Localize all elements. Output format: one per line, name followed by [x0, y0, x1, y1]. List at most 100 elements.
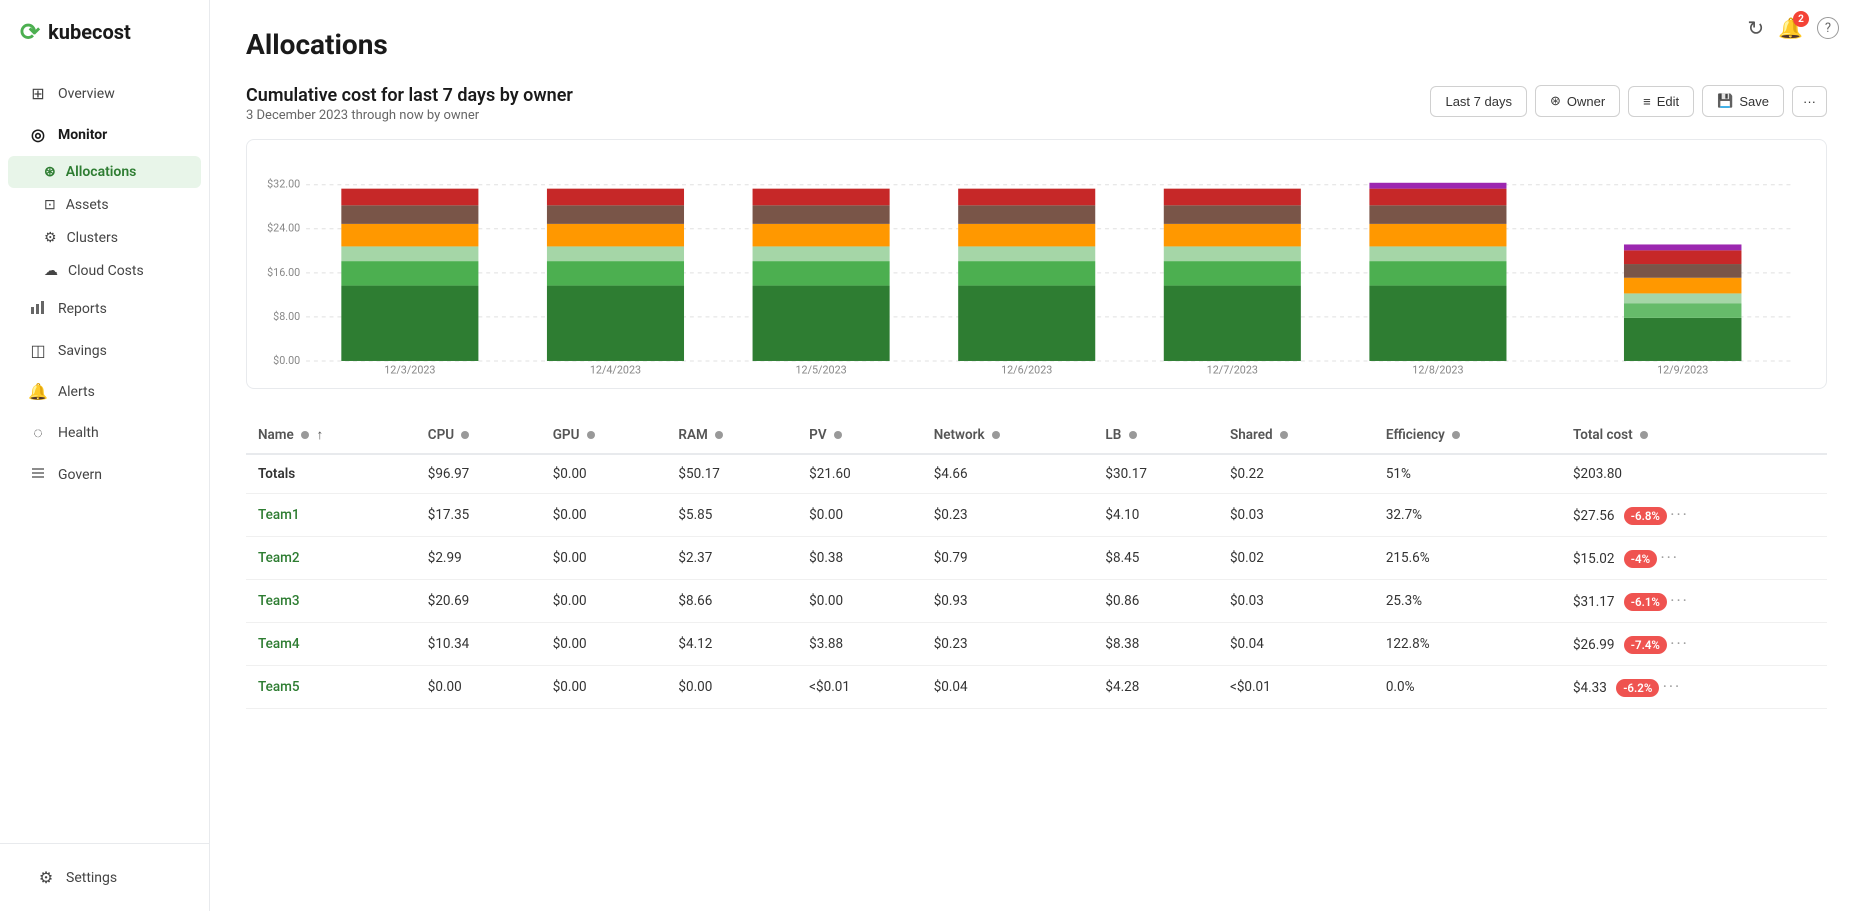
sort-asc-icon[interactable]: ↑ — [317, 427, 324, 443]
bar-chart: $0.00 $8.00 $16.00 $24.00 $32.00 — [263, 156, 1810, 376]
sidebar-item-label: Govern — [58, 467, 102, 483]
app-name: kubecost — [48, 20, 131, 44]
col-ram[interactable]: RAM — [666, 417, 797, 454]
col-name[interactable]: Name ↑ — [246, 417, 416, 454]
totals-lb: $30.17 — [1093, 454, 1218, 494]
svg-text:12/6/2023: 12/6/2023 — [1001, 364, 1052, 376]
col-cpu[interactable]: CPU — [416, 417, 541, 454]
team3-name-cell[interactable]: Team3 — [246, 580, 416, 623]
team5-name-cell[interactable]: Team5 — [246, 666, 416, 709]
owner-icon: ⊛ — [1550, 93, 1561, 109]
notifications-icon[interactable]: 🔔 2 — [1778, 16, 1803, 40]
team1-badge: -6.8% — [1624, 507, 1667, 525]
edit-button[interactable]: ≡ Edit — [1628, 86, 1694, 117]
sidebar-item-settings[interactable]: ⚙ Settings — [16, 858, 193, 897]
team4-name-cell[interactable]: Team4 — [246, 623, 416, 666]
team1-more-button[interactable]: ··· — [1670, 505, 1689, 524]
sidebar-item-reports[interactable]: Reports — [8, 289, 201, 329]
refresh-icon[interactable]: ↻ — [1747, 16, 1764, 40]
team5-more-button[interactable]: ··· — [1663, 677, 1682, 696]
edit-label: Edit — [1657, 94, 1679, 109]
team3-lb: $0.86 — [1093, 580, 1218, 623]
table-row: Team2 $2.99 $0.00 $2.37 $0.38 $0.79 $8.4… — [246, 537, 1827, 580]
team4-pv: $3.88 — [797, 623, 922, 666]
team3-shared: $0.03 — [1218, 580, 1374, 623]
chart-title: Cumulative cost for last 7 days by owner — [246, 85, 573, 106]
logo-icon: ⟳ — [20, 18, 40, 46]
main-content: ↻ 🔔 2 ? Allocations Cumulative cost for … — [210, 0, 1863, 911]
team2-more-button[interactable]: ··· — [1660, 548, 1679, 567]
team2-name-cell[interactable]: Team2 — [246, 537, 416, 580]
team1-shared: $0.03 — [1218, 494, 1374, 537]
team4-efficiency: 122.8% — [1374, 623, 1561, 666]
save-icon: 💾 — [1717, 93, 1733, 109]
team4-total-cost: $26.99 -7.4% ··· — [1561, 623, 1827, 666]
col-total-cost[interactable]: Total cost — [1561, 417, 1827, 454]
table-header: Name ↑ CPU GPU RAM PV Network LB Shared … — [246, 417, 1827, 454]
sidebar-item-cloud-costs[interactable]: ☁ Cloud Costs — [8, 255, 201, 287]
sidebar-item-savings[interactable]: ◫ Savings — [8, 331, 201, 370]
sidebar-item-govern[interactable]: Govern — [8, 455, 201, 495]
totals-shared: $0.22 — [1218, 454, 1374, 494]
save-button[interactable]: 💾 Save — [1702, 85, 1784, 117]
team3-efficiency: 25.3% — [1374, 580, 1561, 623]
team2-gpu: $0.00 — [541, 537, 667, 580]
name-info-icon — [301, 431, 309, 439]
chart-title-group: Cumulative cost for last 7 days by owner… — [246, 85, 573, 123]
sidebar-item-label: Alerts — [58, 384, 95, 400]
date-range-button[interactable]: Last 7 days — [1430, 86, 1527, 117]
sidebar-item-assets[interactable]: ⊡ Assets — [8, 189, 201, 221]
team4-gpu: $0.00 — [541, 623, 667, 666]
sidebar-item-label: Cloud Costs — [68, 263, 144, 279]
sidebar-item-health[interactable]: ◌ Health — [8, 413, 201, 453]
team5-badge: -6.2% — [1616, 679, 1659, 697]
totals-efficiency: 51% — [1374, 454, 1561, 494]
logo: ⟳ kubecost — [0, 0, 209, 64]
team4-more-button[interactable]: ··· — [1670, 634, 1689, 653]
help-icon[interactable]: ? — [1817, 17, 1839, 39]
totals-cpu: $96.97 — [416, 454, 541, 494]
svg-text:12/8/2023: 12/8/2023 — [1412, 364, 1463, 376]
sidebar-item-alerts[interactable]: 🔔 Alerts — [8, 372, 201, 411]
team3-badge: -6.1% — [1624, 593, 1667, 611]
sidebar-item-overview[interactable]: ⊞ Overview — [8, 74, 201, 113]
svg-text:$24.00: $24.00 — [267, 222, 300, 235]
table-body: Totals $96.97 $0.00 $50.17 $21.60 $4.66 … — [246, 454, 1827, 709]
team1-name-cell[interactable]: Team1 — [246, 494, 416, 537]
sidebar-bottom: ⚙ Settings — [0, 843, 209, 911]
col-efficiency[interactable]: Efficiency — [1374, 417, 1561, 454]
col-network[interactable]: Network — [922, 417, 1094, 454]
totals-row: Totals $96.97 $0.00 $50.17 $21.60 $4.66 … — [246, 454, 1827, 494]
govern-icon — [28, 465, 48, 485]
save-label: Save — [1739, 94, 1769, 109]
team2-shared: $0.02 — [1218, 537, 1374, 580]
ram-info-icon — [715, 431, 723, 439]
svg-text:$32.00: $32.00 — [267, 178, 300, 191]
col-pv[interactable]: PV — [797, 417, 922, 454]
svg-text:12/9/2023: 12/9/2023 — [1657, 364, 1708, 376]
chart-header: Cumulative cost for last 7 days by owner… — [246, 85, 1827, 123]
chart-controls: Last 7 days ⊛ Owner ≡ Edit 💾 Save ··· — [1430, 85, 1827, 117]
svg-text:12/7/2023: 12/7/2023 — [1207, 364, 1258, 376]
monitor-icon: ◎ — [28, 125, 48, 144]
reports-icon — [28, 299, 48, 319]
sidebar-item-monitor[interactable]: ◎ Monitor — [8, 115, 201, 154]
team3-gpu: $0.00 — [541, 580, 667, 623]
team3-more-button[interactable]: ··· — [1670, 591, 1689, 610]
sidebar-item-allocations[interactable]: ⊛ Allocations — [8, 156, 201, 188]
team5-total-cost: $4.33 -6.2% ··· — [1561, 666, 1827, 709]
owner-button[interactable]: ⊛ Owner — [1535, 85, 1620, 117]
page-title: Allocations — [246, 28, 1827, 61]
team3-ram: $8.66 — [666, 580, 797, 623]
totals-ram: $50.17 — [666, 454, 797, 494]
col-gpu[interactable]: GPU — [541, 417, 667, 454]
sidebar-item-clusters[interactable]: ⚙ Clusters — [8, 222, 201, 254]
team2-badge: -4% — [1624, 550, 1657, 568]
col-lb[interactable]: LB — [1093, 417, 1218, 454]
team2-cpu: $2.99 — [416, 537, 541, 580]
team4-shared: $0.04 — [1218, 623, 1374, 666]
totals-network: $4.66 — [922, 454, 1094, 494]
svg-text:12/3/2023: 12/3/2023 — [384, 364, 435, 376]
col-shared[interactable]: Shared — [1218, 417, 1374, 454]
more-button[interactable]: ··· — [1792, 86, 1827, 117]
